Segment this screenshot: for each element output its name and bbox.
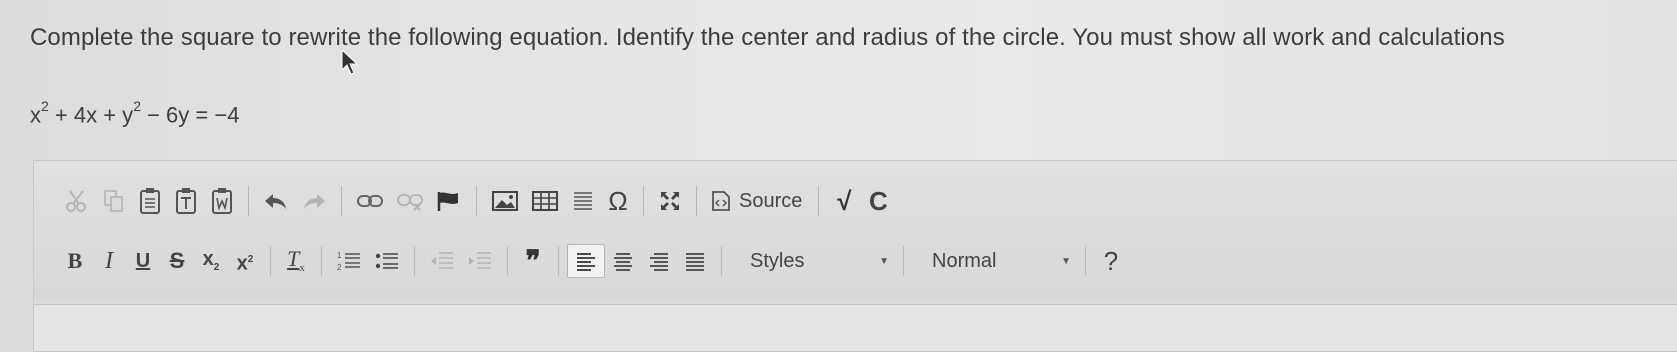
equation-term-middle: + 4x + y bbox=[48, 102, 134, 128]
source-label: Source bbox=[739, 189, 803, 212]
unlink-icon[interactable] bbox=[390, 184, 430, 218]
subscript-button[interactable]: x2 bbox=[194, 244, 228, 278]
omega-label: Ω bbox=[608, 185, 628, 216]
underline-icon: U bbox=[135, 249, 151, 272]
italic-icon: I bbox=[105, 247, 113, 274]
dropdown-arrow-icon: ▼ bbox=[879, 255, 889, 267]
remove-format-icon: Tx bbox=[287, 245, 305, 275]
question-text: Complete the square to rewrite the follo… bbox=[30, 24, 1505, 51]
indent-icon bbox=[469, 252, 491, 269]
mouse-pointer-icon bbox=[341, 48, 359, 75]
editor-toolbar: Ω Source √ C B I U S x2 x2 Tx 1 2 ❞ Styl… bbox=[34, 161, 1677, 301]
justify-icon bbox=[686, 253, 704, 271]
strikethrough-button[interactable]: S bbox=[160, 244, 194, 278]
bulleted-list-button[interactable] bbox=[368, 244, 406, 278]
subscript-icon: x2 bbox=[202, 247, 220, 273]
toolbar-separator bbox=[696, 186, 697, 216]
sqrt-icon: √ bbox=[837, 185, 852, 216]
paste-icon[interactable] bbox=[132, 184, 168, 218]
align-center-icon bbox=[614, 253, 632, 271]
toolbar-separator bbox=[507, 246, 508, 276]
decrease-indent-button[interactable] bbox=[423, 244, 461, 278]
svg-text:2: 2 bbox=[337, 263, 342, 272]
numbered-list-button[interactable]: 12 bbox=[330, 244, 368, 278]
align-left-icon bbox=[577, 253, 595, 271]
bold-button[interactable]: B bbox=[58, 244, 92, 278]
remove-format-button[interactable]: Tx bbox=[279, 244, 313, 278]
cut-icon[interactable] bbox=[58, 184, 96, 218]
toolbar-row-1: Ω Source √ C bbox=[58, 179, 895, 223]
equation-exponent: 2 bbox=[41, 98, 49, 114]
strikethrough-icon: S bbox=[169, 248, 185, 273]
increase-indent-button[interactable] bbox=[461, 244, 499, 278]
source-document-icon bbox=[712, 191, 730, 211]
align-center-button[interactable] bbox=[605, 244, 641, 278]
italic-button[interactable]: I bbox=[92, 244, 126, 278]
format-label: Normal bbox=[932, 249, 997, 272]
toolbar-separator bbox=[1085, 246, 1086, 276]
link-icon[interactable] bbox=[350, 184, 390, 218]
help-icon: ? bbox=[1103, 245, 1119, 276]
styles-label: Styles bbox=[750, 249, 805, 272]
toolbar-separator bbox=[414, 246, 415, 276]
horizontal-line-icon[interactable] bbox=[565, 184, 601, 218]
toolbar-separator bbox=[341, 186, 342, 216]
special-character-icon[interactable]: Ω bbox=[601, 184, 635, 218]
styles-dropdown[interactable]: Styles ▼ bbox=[730, 244, 895, 278]
source-button[interactable]: Source bbox=[705, 184, 810, 218]
toolbar-separator bbox=[721, 246, 722, 276]
equation-exponent: 2 bbox=[133, 98, 141, 114]
svg-text:1: 1 bbox=[337, 251, 342, 260]
undo-icon[interactable] bbox=[257, 184, 295, 218]
blockquote-button[interactable]: ❞ bbox=[516, 244, 550, 278]
toolbar-row-2: B I U S x2 x2 Tx 12 ❞ Styles ▼ Normal ▼ … bbox=[58, 239, 1128, 283]
equation: x2 + 4x + y2 − 6y = −4 bbox=[30, 98, 240, 128]
dropdown-arrow-icon: ▼ bbox=[1061, 255, 1071, 267]
editor-content-area[interactable] bbox=[34, 304, 1677, 351]
redo-icon[interactable] bbox=[295, 184, 333, 218]
maximize-icon[interactable] bbox=[652, 184, 688, 218]
table-icon[interactable] bbox=[525, 184, 565, 218]
anchor-flag-icon[interactable] bbox=[430, 184, 468, 218]
align-right-icon bbox=[650, 253, 668, 271]
superscript-button[interactable]: x2 bbox=[228, 244, 262, 278]
chemistry-button[interactable]: C bbox=[861, 184, 895, 218]
copy-icon[interactable] bbox=[96, 184, 132, 218]
paste-text-icon[interactable] bbox=[168, 184, 204, 218]
toolbar-separator bbox=[321, 246, 322, 276]
toolbar-separator bbox=[558, 246, 559, 276]
outdent-icon bbox=[431, 252, 453, 269]
rich-text-editor: Ω Source √ C B I U S x2 x2 Tx 1 2 ❞ Styl… bbox=[33, 160, 1677, 352]
format-dropdown[interactable]: Normal ▼ bbox=[912, 244, 1077, 278]
toolbar-separator bbox=[643, 186, 644, 216]
superscript-icon: x2 bbox=[236, 252, 254, 275]
equation-term-x: x bbox=[30, 102, 41, 128]
image-icon[interactable] bbox=[485, 184, 525, 218]
align-left-button[interactable] bbox=[567, 244, 605, 278]
toolbar-separator bbox=[818, 186, 820, 216]
equation-term-end: − 6y = −4 bbox=[140, 102, 240, 128]
toolbar-separator bbox=[476, 186, 477, 216]
justify-button[interactable] bbox=[677, 244, 713, 278]
help-button[interactable]: ? bbox=[1094, 244, 1128, 278]
align-right-button[interactable] bbox=[641, 244, 677, 278]
math-equation-button[interactable]: √ bbox=[827, 184, 861, 218]
paste-word-icon[interactable] bbox=[204, 184, 240, 218]
chem-c-icon: C bbox=[868, 185, 888, 216]
bold-icon: B bbox=[67, 248, 83, 273]
toolbar-separator bbox=[248, 186, 249, 216]
numbered-list-icon: 12 bbox=[337, 251, 360, 272]
bulleted-list-icon bbox=[375, 253, 398, 269]
quote-icon: ❞ bbox=[525, 246, 541, 277]
toolbar-separator bbox=[903, 246, 904, 276]
toolbar-separator bbox=[270, 246, 271, 276]
underline-button[interactable]: U bbox=[126, 244, 160, 278]
